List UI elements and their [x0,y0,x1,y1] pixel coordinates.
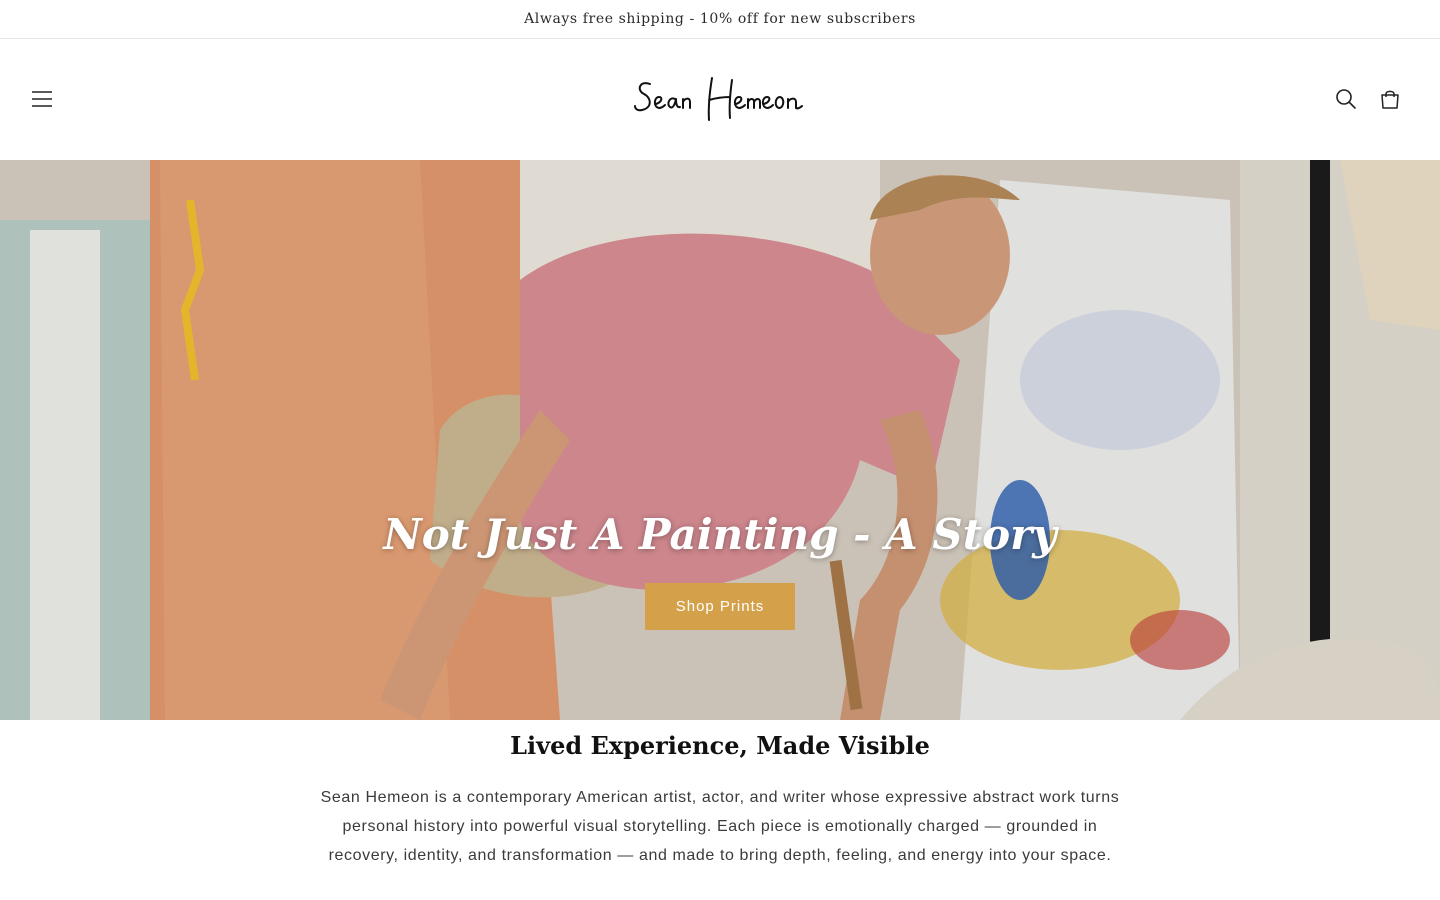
search-icon [1336,89,1356,109]
intro-title: Lived Experience, Made Visible [510,731,930,760]
signature-logo [634,77,803,121]
announcement-text: Always free shipping - 10% off for new s… [524,11,916,27]
menu-button[interactable] [26,83,58,115]
hero-banner: Not Just A Painting - A Story Shop Print… [0,160,1440,720]
hero-overlay [0,160,1440,720]
intro-text: Sean Hemeon is a contemporary American a… [320,789,1120,864]
shop-prints-button[interactable]: Shop Prints [645,583,795,630]
site-logo[interactable] [620,67,820,133]
announcement-bar: Always free shipping - 10% off for new s… [0,0,1440,39]
search-button[interactable] [1330,83,1362,115]
site-header [0,39,1440,160]
hamburger-menu-icon [32,91,52,107]
cart-button[interactable] [1374,83,1406,115]
cart-icon [1381,90,1399,109]
hero-title: Not Just A Painting - A Story [383,510,1057,559]
